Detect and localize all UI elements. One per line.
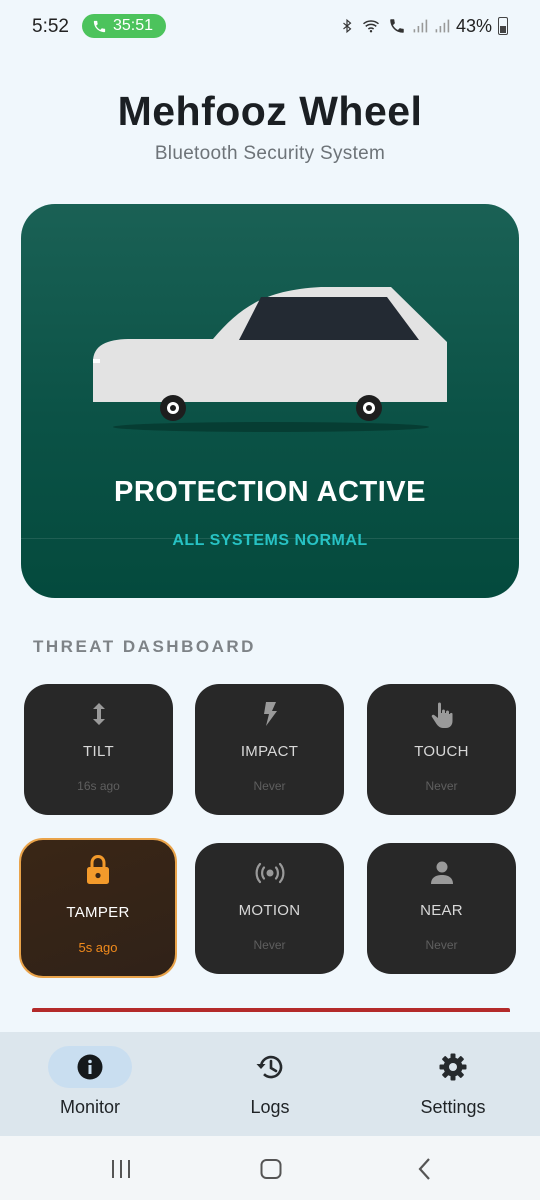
system-status-text: ALL SYSTEMS NORMAL <box>172 532 368 549</box>
gear-icon <box>439 1053 467 1081</box>
wifi-call-icon <box>390 19 404 33</box>
call-timer: 35:51 <box>113 17 154 34</box>
wifi-icon <box>362 20 379 33</box>
tile-label: MOTION <box>238 902 301 919</box>
bottom-navigation: Monitor Logs Settings <box>0 1032 540 1136</box>
tile-motion[interactable]: MOTION Never <box>195 843 344 974</box>
touch-hand-icon <box>431 702 452 728</box>
tile-label: TILT <box>83 743 114 760</box>
tile-label: TAMPER <box>66 904 130 921</box>
tile-impact[interactable]: IMPACT Never <box>195 684 344 815</box>
info-icon <box>77 1054 103 1080</box>
tile-label: NEAR <box>420 902 463 919</box>
recent-apps-icon <box>112 1160 130 1178</box>
tile-tilt[interactable]: TILT 16s ago <box>24 684 173 815</box>
back-button[interactable] <box>412 1156 438 1182</box>
app-subtitle: Bluetooth Security System <box>154 143 386 164</box>
status-bar: 5:52 35:51 43% <box>0 0 540 52</box>
tile-last-triggered: Never <box>425 779 458 793</box>
bluetooth-icon <box>343 18 352 34</box>
history-icon <box>256 1055 283 1079</box>
status-time: 5:52 <box>32 16 69 37</box>
lock-icon <box>87 854 109 884</box>
call-indicator[interactable]: 35:51 <box>82 14 166 38</box>
radar-waves-icon <box>255 862 284 884</box>
tile-last-triggered: Never <box>425 938 458 952</box>
alert-card-edge <box>32 1008 510 1012</box>
nav-label: Settings <box>420 1097 486 1117</box>
system-navigation-bar <box>0 1136 540 1200</box>
nav-monitor[interactable]: Monitor <box>0 1032 180 1136</box>
protection-status-text: PROTECTION ACTIVE <box>114 476 426 508</box>
back-icon <box>418 1158 430 1180</box>
lightning-icon <box>263 702 277 726</box>
tile-near[interactable]: NEAR Never <box>367 843 516 974</box>
tile-label: TOUCH <box>414 743 469 760</box>
protection-status-card: PROTECTION ACTIVE ALL SYSTEMS NORMAL <box>21 204 519 598</box>
phone-icon <box>93 20 106 32</box>
tile-last-triggered: 5s ago <box>78 940 118 955</box>
nav-logs[interactable]: Logs <box>180 1032 360 1136</box>
tile-last-triggered: Never <box>253 779 286 793</box>
nav-label: Monitor <box>59 1097 121 1117</box>
signal-icon-2 <box>435 19 450 33</box>
tile-last-triggered: Never <box>253 938 286 952</box>
car-icon <box>93 287 447 432</box>
tile-tamper[interactable]: TAMPER 5s ago <box>19 838 177 978</box>
tile-label: IMPACT <box>240 743 299 760</box>
home-button[interactable] <box>258 1156 284 1182</box>
recent-apps-button[interactable] <box>108 1156 134 1182</box>
tile-touch[interactable]: TOUCH Never <box>367 684 516 815</box>
battery-percent: 43% <box>455 15 492 36</box>
signal-icon-1 <box>413 19 428 33</box>
app-title: Mehfooz Wheel <box>117 88 423 134</box>
battery-icon <box>498 17 508 35</box>
tile-last-triggered: 16s ago <box>77 779 120 793</box>
person-icon <box>430 861 453 884</box>
nav-settings[interactable]: Settings <box>360 1032 540 1136</box>
threat-dashboard-title: THREAT DASHBOARD <box>33 637 256 656</box>
tilt-arrows-icon <box>92 703 105 725</box>
nav-label: Logs <box>250 1097 290 1117</box>
home-icon <box>260 1159 282 1179</box>
